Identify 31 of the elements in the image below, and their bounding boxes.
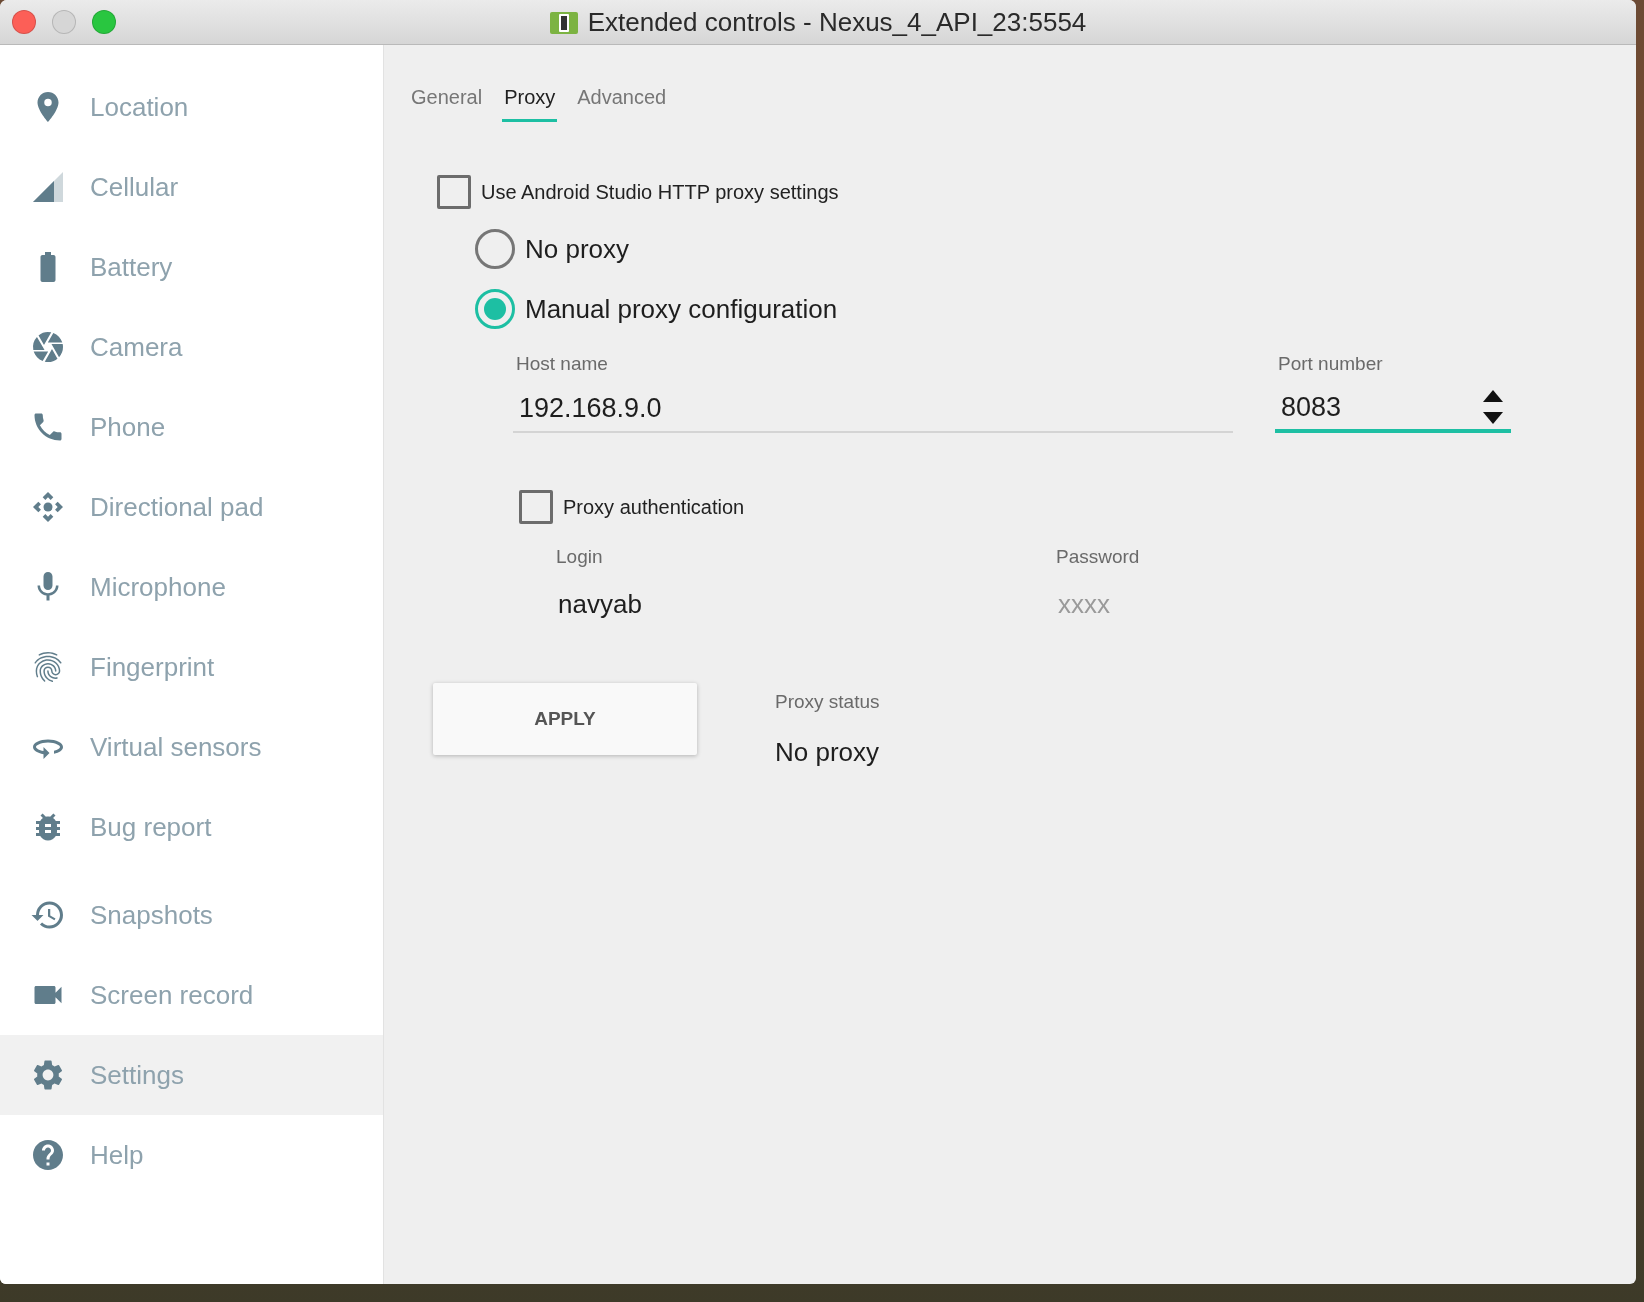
status-label: Proxy status bbox=[775, 691, 880, 713]
checkbox-label: Use Android Studio HTTP proxy settings bbox=[481, 180, 839, 204]
decrement-arrow-icon[interactable] bbox=[1483, 412, 1503, 424]
checkbox[interactable] bbox=[437, 175, 471, 209]
help-icon bbox=[30, 1137, 66, 1173]
tab[interactable]: General bbox=[409, 82, 485, 122]
status-value: No proxy bbox=[775, 737, 880, 768]
field-label: Port number bbox=[1277, 353, 1384, 375]
radio-label: No proxy bbox=[525, 233, 630, 265]
port-number-field[interactable]: 8083 bbox=[1275, 385, 1483, 433]
field-label: Login bbox=[556, 546, 604, 568]
radio-button[interactable] bbox=[475, 289, 515, 329]
tab[interactable]: Proxy bbox=[502, 82, 558, 122]
field-label: Password bbox=[1056, 546, 1141, 568]
aperture-icon bbox=[30, 329, 66, 365]
apply-button[interactable]: APPLY bbox=[433, 683, 697, 755]
sidebar-item[interactable]: Settings bbox=[0, 1035, 383, 1115]
checkbox[interactable] bbox=[519, 490, 553, 524]
password-field[interactable]: xxxx bbox=[1056, 586, 1360, 622]
radio-button[interactable] bbox=[475, 229, 515, 269]
phone-app-icon bbox=[549, 10, 578, 34]
radio-label: Manual proxy configuration bbox=[525, 293, 838, 325]
host-name-field[interactable]: 192.168.9.0 bbox=[513, 385, 1233, 433]
checkbox-label: Proxy authentication bbox=[563, 495, 745, 519]
increment-arrow-icon[interactable] bbox=[1483, 390, 1503, 402]
close-button[interactable] bbox=[12, 10, 36, 34]
login-field[interactable]: navyab bbox=[556, 586, 860, 622]
field-label: Host name bbox=[515, 353, 609, 375]
zoom-button[interactable] bbox=[92, 10, 116, 34]
window-title: Extended controls - Nexus_4_API_23:5554 bbox=[587, 6, 1087, 38]
tab[interactable]: Advanced bbox=[575, 82, 669, 122]
